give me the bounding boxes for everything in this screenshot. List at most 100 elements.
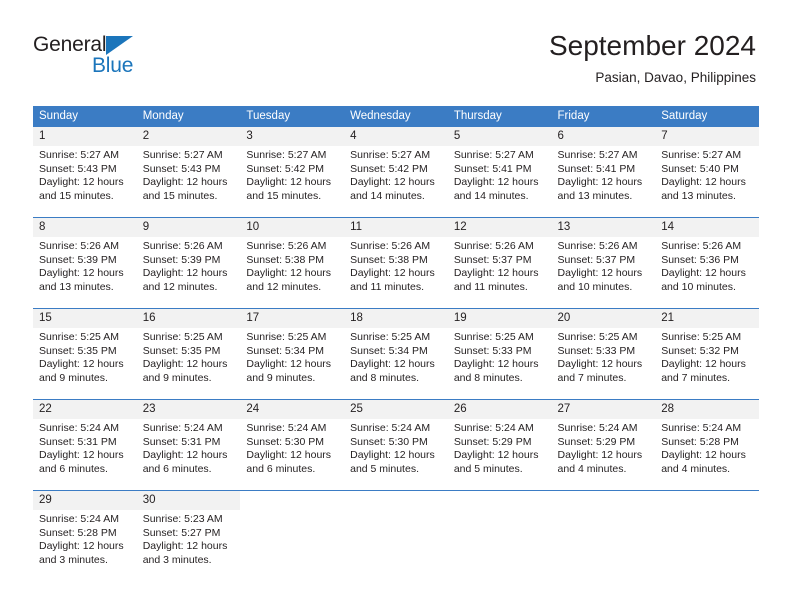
day-number: 17 xyxy=(240,309,345,328)
day-number: 2 xyxy=(136,127,241,146)
calendar-day-cell[interactable]: 28 Sunrise: 5:24 AM Sunset: 5:28 PM Dayligh… xyxy=(655,399,759,491)
calendar-day-cell[interactable]: 20 Sunrise: 5:25 AM Sunset: 5:33 PM Dayligh… xyxy=(551,308,656,400)
calendar-body: 1 Sunrise: 5:27 AM Sunset: 5:43 PM Daylight… xyxy=(33,127,759,581)
sunrise-text: Sunrise: 5:24 AM xyxy=(350,422,431,434)
day-number: 9 xyxy=(136,218,241,237)
day-sun-info: Sunrise: 5:27 AM Sunset: 5:42 PM Daylight:… xyxy=(240,146,344,203)
day-box: 11 Sunrise: 5:26 AM Sunset: 5:38 PM Dayligh… xyxy=(344,218,448,308)
sunset-text: Sunset: 5:37 PM xyxy=(557,253,636,266)
daylight-text-line2: and 9 minutes. xyxy=(39,371,108,384)
day-sun-info: Sunrise: 5:24 AM Sunset: 5:31 PM Daylight:… xyxy=(33,419,137,476)
sunrise-text: Sunrise: 5:25 AM xyxy=(453,331,534,343)
sunset-text: Sunset: 5:30 PM xyxy=(246,435,325,448)
sunset-text: Sunset: 5:42 PM xyxy=(246,162,325,175)
weekday-header-monday: Monday xyxy=(136,106,241,127)
day-box: 12 Sunrise: 5:26 AM Sunset: 5:37 PM Dayligh… xyxy=(447,218,552,308)
sunrise-text: Sunrise: 5:26 AM xyxy=(453,240,534,252)
day-sun-info: Sunrise: 5:25 AM Sunset: 5:32 PM Daylight:… xyxy=(655,328,759,385)
calendar-day-cell[interactable]: 8 Sunrise: 5:26 AM Sunset: 5:39 PM Daylight… xyxy=(33,217,137,309)
sunrise-text: Sunrise: 5:26 AM xyxy=(661,240,742,252)
daylight-text-line2: and 8 minutes. xyxy=(453,371,523,384)
general-blue-logo[interactable]: General Blue xyxy=(33,34,183,82)
calendar-empty-cell xyxy=(344,490,448,581)
calendar-day-cell[interactable]: 17 Sunrise: 5:25 AM Sunset: 5:34 PM Dayligh… xyxy=(240,308,345,400)
calendar-day-cell[interactable]: 22 Sunrise: 5:24 AM Sunset: 5:31 PM Dayligh… xyxy=(33,399,137,491)
calendar-day-cell[interactable]: 9 Sunrise: 5:26 AM Sunset: 5:39 PM Daylight… xyxy=(136,217,241,309)
sunrise-text: Sunrise: 5:24 AM xyxy=(39,422,119,434)
day-sun-info: Sunrise: 5:25 AM Sunset: 5:34 PM Daylight:… xyxy=(240,328,344,385)
calendar-day-cell[interactable]: 30 Sunrise: 5:23 AM Sunset: 5:27 PM Dayligh… xyxy=(136,490,241,581)
sunset-text: Sunset: 5:36 PM xyxy=(661,253,739,266)
day-sun-info: Sunrise: 5:24 AM Sunset: 5:29 PM Daylight:… xyxy=(552,419,656,476)
page-subtitle: Pasian, Davao, Philippines xyxy=(595,70,756,86)
calendar-day-cell[interactable]: 19 Sunrise: 5:25 AM Sunset: 5:33 PM Dayligh… xyxy=(447,308,552,400)
day-box: 5 Sunrise: 5:27 AM Sunset: 5:41 PM Daylight… xyxy=(447,127,552,217)
calendar-day-cell[interactable]: 12 Sunrise: 5:26 AM Sunset: 5:37 PM Dayligh… xyxy=(447,217,552,309)
day-sun-info xyxy=(448,510,552,513)
day-number xyxy=(240,491,344,510)
calendar-day-cell[interactable]: 7 Sunrise: 5:27 AM Sunset: 5:40 PM Daylight… xyxy=(655,127,759,218)
calendar-day-cell[interactable]: 2 Sunrise: 5:27 AM Sunset: 5:43 PM Daylight… xyxy=(136,127,241,218)
day-sun-info xyxy=(655,510,759,513)
calendar-day-cell[interactable]: 23 Sunrise: 5:24 AM Sunset: 5:31 PM Dayligh… xyxy=(136,399,241,491)
day-number: 4 xyxy=(344,127,448,146)
daylight-text-line2: and 4 minutes. xyxy=(557,462,627,475)
calendar-day-cell[interactable]: 26 Sunrise: 5:24 AM Sunset: 5:29 PM Dayligh… xyxy=(447,399,552,491)
calendar-day-cell[interactable]: 25 Sunrise: 5:24 AM Sunset: 5:30 PM Dayligh… xyxy=(344,399,448,491)
calendar-day-cell[interactable]: 4 Sunrise: 5:27 AM Sunset: 5:42 PM Daylight… xyxy=(344,127,448,218)
day-sun-info: Sunrise: 5:26 AM Sunset: 5:37 PM Daylight:… xyxy=(552,237,656,294)
daylight-text-line1: Daylight: 12 hours xyxy=(39,449,124,462)
weekday-header-row: Sunday Monday Tuesday Wednesday Thursday… xyxy=(33,106,759,127)
day-number: 8 xyxy=(33,218,137,237)
logo-text-general: General xyxy=(33,33,107,56)
day-box xyxy=(551,491,656,581)
sunset-text: Sunset: 5:39 PM xyxy=(142,253,221,266)
day-box: 22 Sunrise: 5:24 AM Sunset: 5:31 PM Dayligh… xyxy=(33,400,137,490)
day-sun-info: Sunrise: 5:27 AM Sunset: 5:43 PM Daylight:… xyxy=(33,146,137,203)
day-sun-info: Sunrise: 5:26 AM Sunset: 5:39 PM Daylight:… xyxy=(137,237,241,294)
daylight-text-line2: and 11 minutes. xyxy=(350,280,425,293)
sunrise-text: Sunrise: 5:26 AM xyxy=(246,240,327,252)
daylight-text-line2: and 7 minutes. xyxy=(557,371,627,384)
daylight-text-line2: and 15 minutes. xyxy=(142,189,218,202)
sunset-text: Sunset: 5:43 PM xyxy=(39,162,117,175)
calendar-day-cell[interactable]: 6 Sunrise: 5:27 AM Sunset: 5:41 PM Daylight… xyxy=(551,127,656,218)
daylight-text-line2: and 6 minutes. xyxy=(39,462,108,475)
day-box: 21 Sunrise: 5:25 AM Sunset: 5:32 PM Dayligh… xyxy=(655,309,759,399)
calendar-day-cell[interactable]: 10 Sunrise: 5:26 AM Sunset: 5:38 PM Dayligh… xyxy=(240,217,345,309)
calendar-day-cell[interactable]: 27 Sunrise: 5:24 AM Sunset: 5:29 PM Dayligh… xyxy=(551,399,656,491)
calendar-day-cell[interactable]: 11 Sunrise: 5:26 AM Sunset: 5:38 PM Dayligh… xyxy=(344,217,448,309)
calendar-day-cell[interactable]: 13 Sunrise: 5:26 AM Sunset: 5:37 PM Dayligh… xyxy=(551,217,656,309)
calendar-day-cell[interactable]: 5 Sunrise: 5:27 AM Sunset: 5:41 PM Daylight… xyxy=(447,127,552,218)
sunset-text: Sunset: 5:34 PM xyxy=(246,344,325,357)
daylight-text-line1: Daylight: 12 hours xyxy=(350,176,435,189)
calendar-day-cell[interactable]: 16 Sunrise: 5:25 AM Sunset: 5:35 PM Dayligh… xyxy=(136,308,241,400)
day-box xyxy=(240,491,345,581)
sunrise-text: Sunrise: 5:27 AM xyxy=(557,149,638,161)
calendar-day-cell[interactable]: 18 Sunrise: 5:25 AM Sunset: 5:34 PM Dayligh… xyxy=(344,308,448,400)
calendar-day-cell[interactable]: 24 Sunrise: 5:24 AM Sunset: 5:30 PM Dayligh… xyxy=(240,399,345,491)
calendar-day-cell[interactable]: 21 Sunrise: 5:25 AM Sunset: 5:32 PM Dayligh… xyxy=(655,308,759,400)
daylight-text-line1: Daylight: 12 hours xyxy=(246,267,332,280)
calendar-table: Sunday Monday Tuesday Wednesday Thursday… xyxy=(33,106,759,581)
day-number: 19 xyxy=(447,309,552,328)
daylight-text-line2: and 6 minutes. xyxy=(246,462,316,475)
sunrise-text: Sunrise: 5:25 AM xyxy=(142,331,223,343)
day-box: 2 Sunrise: 5:27 AM Sunset: 5:43 PM Daylight… xyxy=(136,127,241,217)
calendar-day-cell[interactable]: 14 Sunrise: 5:26 AM Sunset: 5:36 PM Dayligh… xyxy=(655,217,759,309)
day-box: 17 Sunrise: 5:25 AM Sunset: 5:34 PM Dayligh… xyxy=(240,309,345,399)
daylight-text-line2: and 14 minutes. xyxy=(350,189,425,202)
calendar-day-cell[interactable]: 15 Sunrise: 5:25 AM Sunset: 5:35 PM Dayligh… xyxy=(33,308,137,400)
day-sun-info: Sunrise: 5:25 AM Sunset: 5:35 PM Daylight:… xyxy=(33,328,137,385)
weekday-header-tuesday: Tuesday xyxy=(240,106,345,127)
day-number: 22 xyxy=(33,400,137,419)
sunset-text: Sunset: 5:35 PM xyxy=(39,344,117,357)
day-sun-info: Sunrise: 5:27 AM Sunset: 5:41 PM Daylight:… xyxy=(552,146,656,203)
calendar-day-cell[interactable]: 3 Sunrise: 5:27 AM Sunset: 5:42 PM Daylight… xyxy=(240,127,345,218)
sunset-text: Sunset: 5:29 PM xyxy=(557,435,636,448)
calendar-day-cell[interactable]: 1 Sunrise: 5:27 AM Sunset: 5:43 PM Daylight… xyxy=(33,127,137,218)
calendar-day-cell[interactable]: 29 Sunrise: 5:24 AM Sunset: 5:28 PM Dayligh… xyxy=(33,490,137,581)
sunset-text: Sunset: 5:33 PM xyxy=(453,344,532,357)
sunset-text: Sunset: 5:41 PM xyxy=(557,162,636,175)
day-box: 10 Sunrise: 5:26 AM Sunset: 5:38 PM Dayligh… xyxy=(240,218,345,308)
